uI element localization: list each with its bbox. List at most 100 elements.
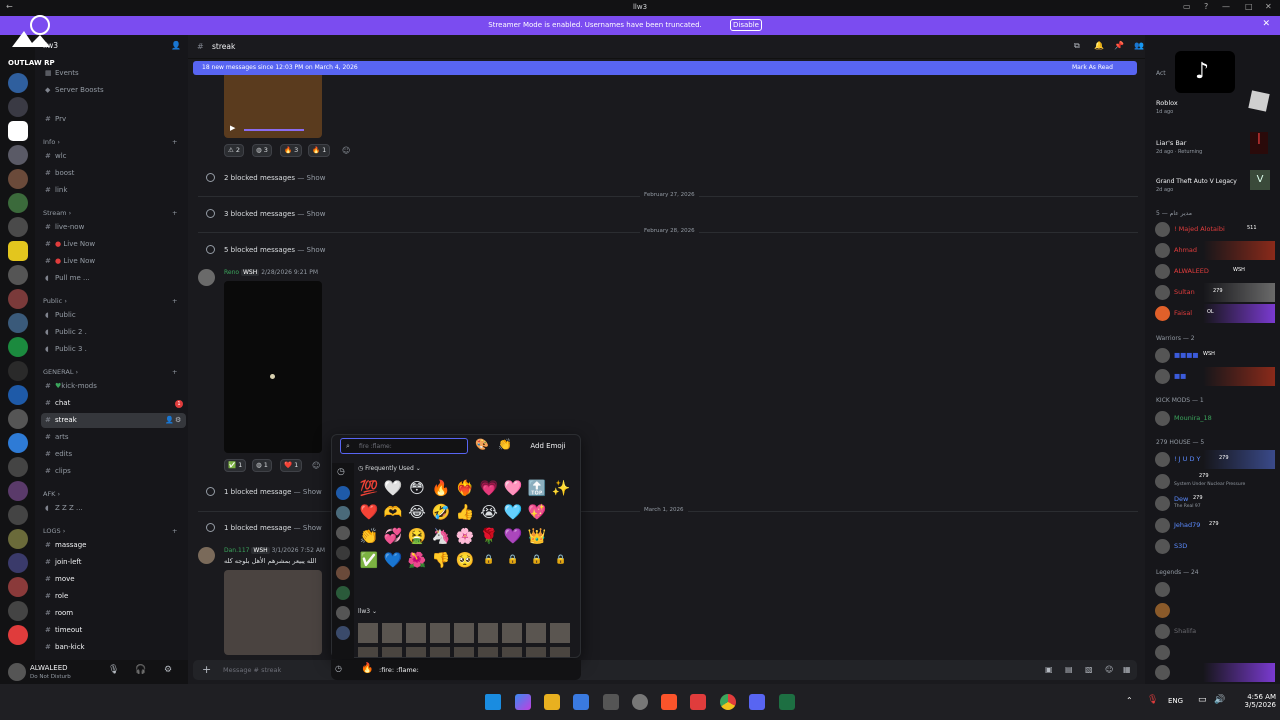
- emoji-cell[interactable]: 🫶: [383, 502, 403, 522]
- server-icon[interactable]: [8, 457, 28, 477]
- server-icon[interactable]: [8, 193, 28, 213]
- channel-pull-me[interactable]: ◖ Pull me ...: [41, 271, 186, 286]
- category-stream[interactable]: Stream › +: [43, 209, 177, 217]
- reaction[interactable]: ◍ 1: [252, 459, 272, 472]
- server-emoji-tab[interactable]: [336, 586, 350, 600]
- speaker-icon[interactable]: 🔊: [1214, 695, 1225, 705]
- emoji-cell[interactable]: 🤍: [383, 478, 403, 498]
- category-public[interactable]: Public › +: [43, 297, 177, 305]
- emoji-cell[interactable]: 🤮: [407, 526, 427, 546]
- blocked-messages[interactable]: 3 blocked messages — Show: [206, 209, 325, 218]
- attachment-image[interactable]: ▶: [224, 75, 322, 138]
- server-icon[interactable]: [8, 97, 28, 117]
- server-icon[interactable]: [8, 145, 28, 165]
- emoji-cell[interactable]: 🩵: [503, 502, 523, 522]
- channel-prv[interactable]: # Prv: [41, 112, 186, 127]
- member-item[interactable]: [1155, 601, 1275, 620]
- channel-arts[interactable]: # arts: [41, 430, 186, 445]
- voice-public-2[interactable]: ◖ Public 2 .: [41, 325, 186, 340]
- server-icon[interactable]: [8, 217, 28, 237]
- language-indicator[interactable]: ENG: [1168, 697, 1183, 705]
- activity-title[interactable]: Grand Theft Auto V Legacy: [1156, 178, 1237, 185]
- channel-chat[interactable]: # chat 1: [41, 396, 186, 411]
- server-icon[interactable]: [8, 553, 28, 573]
- excel-icon[interactable]: [779, 694, 795, 710]
- member-item[interactable]: Faisal OL: [1155, 304, 1275, 323]
- mark-as-read-button[interactable]: Mark As Read: [1072, 61, 1113, 75]
- emoji-cell[interactable]: 🔒: [551, 550, 571, 570]
- server-icon[interactable]: [8, 313, 28, 333]
- help-icon[interactable]: ?: [1204, 2, 1208, 11]
- attachment-image[interactable]: [224, 281, 322, 453]
- file-explorer-icon[interactable]: [544, 694, 560, 710]
- emoji-cell[interactable]: 🔒: [479, 550, 499, 570]
- emoji-cell[interactable]: 👏: [359, 526, 379, 546]
- headphones-icon[interactable]: 🎧: [135, 665, 146, 675]
- add-channel-icon[interactable]: +: [172, 209, 177, 217]
- server-emoji-row[interactable]: [358, 623, 573, 643]
- copilot-icon[interactable]: [515, 694, 531, 710]
- category-logs[interactable]: LOGS › +: [43, 527, 177, 535]
- avatar[interactable]: [8, 663, 26, 681]
- add-attachment-icon[interactable]: +: [202, 663, 211, 676]
- chrome-icon[interactable]: [720, 694, 736, 710]
- microphone-icon[interactable]: 🎙: [1147, 695, 1158, 705]
- emoji-cell[interactable]: 😭: [479, 502, 499, 522]
- chevron-up-icon[interactable]: ⌃: [1126, 696, 1133, 705]
- member-list-icon[interactable]: 👥: [1134, 41, 1144, 50]
- reaction[interactable]: ⚠ 2: [224, 144, 245, 157]
- avatar[interactable]: [198, 269, 215, 286]
- blocked-messages[interactable]: 1 blocked message — Show: [206, 523, 322, 532]
- emoji-icon[interactable]: ☺: [1105, 665, 1113, 674]
- activity-title[interactable]: Roblox: [1156, 99, 1178, 107]
- emoji-cell[interactable]: 💖: [527, 502, 547, 522]
- member-item[interactable]: [1155, 663, 1275, 682]
- member-item[interactable]: Mounira_18: [1155, 409, 1275, 428]
- emoji-cell[interactable]: ❤️‍🔥: [455, 478, 475, 498]
- member-item[interactable]: Dew 279 The Real 97: [1155, 494, 1275, 513]
- blocked-messages[interactable]: 1 blocked message — Show: [206, 487, 322, 496]
- member-item[interactable]: S3D: [1155, 537, 1275, 556]
- channel-join-left[interactable]: # join-left: [41, 555, 186, 570]
- close-icon[interactable]: ✕: [1265, 2, 1272, 11]
- play-icon[interactable]: ▶: [230, 124, 235, 132]
- member-item[interactable]: ! Majed Alotaibi 511: [1155, 220, 1275, 239]
- disable-streamer-button[interactable]: Disable: [730, 19, 762, 31]
- emoji-cell[interactable]: 💙: [383, 550, 403, 570]
- emoji-cell[interactable]: ✅: [359, 550, 379, 570]
- nitro-icon[interactable]: 🎨: [475, 438, 489, 451]
- emoji-cell[interactable]: 🔥: [431, 478, 451, 498]
- server-emoji-tab[interactable]: [336, 526, 350, 540]
- emoji-cell[interactable]: 🔝: [527, 478, 547, 498]
- category-afk[interactable]: AFK ›: [43, 490, 60, 498]
- store-icon[interactable]: [573, 694, 589, 710]
- server-emoji-header[interactable]: llw3 ⌄: [358, 608, 377, 615]
- discord-icon[interactable]: [749, 694, 765, 710]
- server-icon[interactable]: [8, 601, 28, 621]
- emoji-cell[interactable]: 🌺: [407, 550, 427, 570]
- server-icon[interactable]: [8, 241, 28, 261]
- add-channel-icon[interactable]: +: [172, 527, 177, 535]
- member-item[interactable]: ■■■■ WSH: [1155, 346, 1275, 365]
- channel-ban-kick[interactable]: # ban-kick: [41, 640, 186, 655]
- emoji-cell[interactable]: 👍: [455, 502, 475, 522]
- emoji-cell[interactable]: 🦄: [431, 526, 451, 546]
- attachment-image[interactable]: [224, 570, 322, 655]
- back-arrow-icon[interactable]: ←: [6, 2, 13, 11]
- start-icon[interactable]: [485, 694, 501, 710]
- member-item[interactable]: Jehad79 279: [1155, 516, 1275, 535]
- server-emoji-tab[interactable]: [336, 626, 350, 640]
- microphone-icon[interactable]: 🎙: [108, 665, 119, 675]
- channel-live-now-2[interactable]: # ● Live Now: [41, 237, 186, 252]
- server-icon[interactable]: [8, 625, 28, 645]
- server-emoji-tab[interactable]: [336, 486, 350, 500]
- apps-icon[interactable]: ▦: [1123, 665, 1131, 674]
- server-icon[interactable]: [8, 169, 28, 189]
- channel-wlc[interactable]: # wlc: [41, 149, 186, 164]
- add-member-icon[interactable]: 👤: [171, 41, 181, 50]
- voice-public-3[interactable]: ◖ Public 3 .: [41, 342, 186, 357]
- emoji-cell[interactable]: 🥺: [455, 550, 475, 570]
- emoji-cell[interactable]: 🔒: [527, 550, 547, 570]
- video-progress[interactable]: [244, 129, 304, 131]
- clock[interactable]: 4:56 AM 3/5/2026: [1232, 693, 1276, 709]
